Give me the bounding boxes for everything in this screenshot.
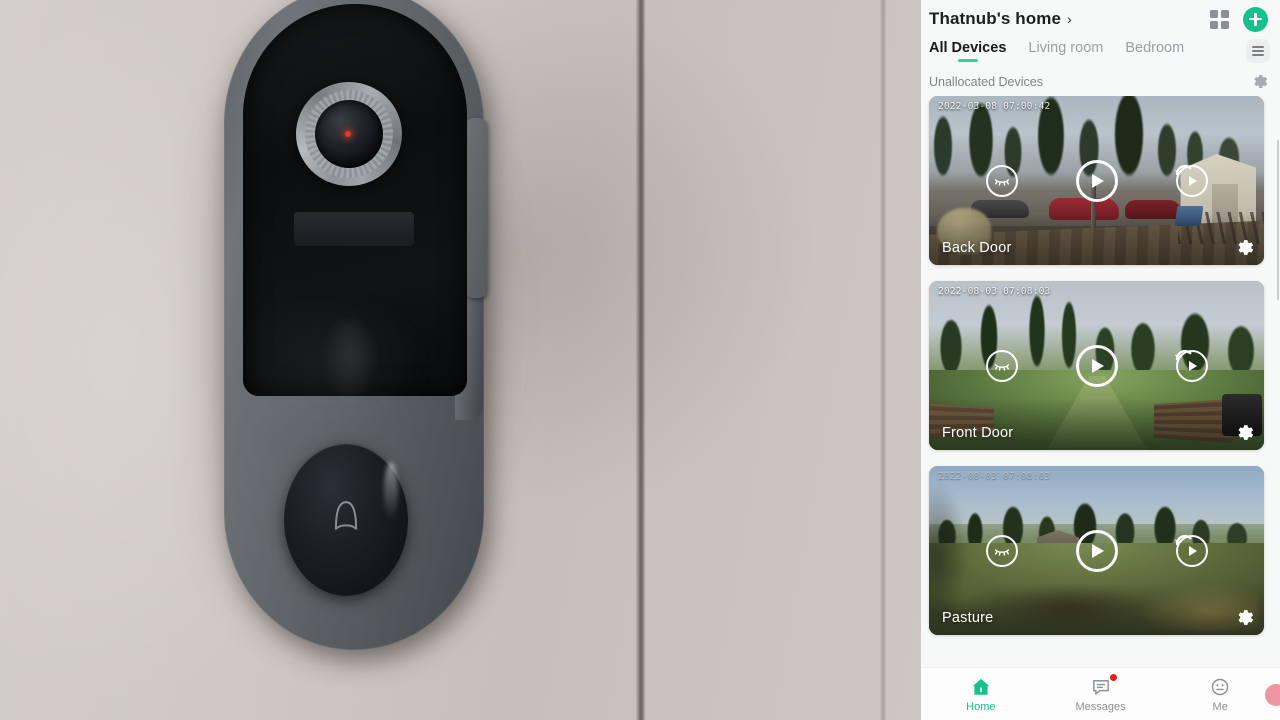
tab-living-room[interactable]: Living room [1028, 40, 1103, 63]
vertical-scrollbar[interactable] [1276, 140, 1279, 300]
message-icon [1090, 673, 1117, 698]
nav-item-home[interactable]: Home [921, 676, 1041, 713]
play-triangle [1092, 358, 1104, 373]
eye-closed-glyph [994, 548, 1009, 556]
camera-timestamp: 2022-08-03 07:08:03 [938, 286, 1051, 297]
chevron-right-icon: › [1067, 11, 1072, 27]
gear-icon[interactable] [1237, 609, 1254, 626]
bell-icon [334, 501, 358, 530]
bottom-navigation-bar: Home Messages Me [921, 667, 1280, 720]
camera-overlay-controls [929, 529, 1264, 572]
tab-label: Living room [1028, 39, 1104, 56]
privacy-eye-off-icon[interactable] [985, 534, 1018, 567]
play-triangle [1092, 543, 1104, 558]
gear-icon[interactable] [1253, 74, 1268, 89]
privacy-eye-off-icon[interactable] [985, 164, 1018, 197]
grid-view-icon[interactable] [1210, 9, 1229, 29]
camera-timestamp: 2022-03-08 07:00:42 [938, 101, 1051, 112]
menu-line [1252, 50, 1264, 52]
nav-label: Me [1212, 700, 1228, 713]
tab-label: Bedroom [1125, 39, 1185, 56]
video-player-pane[interactable] [0, 0, 921, 720]
replay-icon[interactable] [1174, 349, 1208, 382]
play-icon[interactable] [1075, 344, 1118, 387]
room-tabs: All Devices Living room Bedroom [929, 40, 1246, 63]
home-name-label: Thatnub's home [929, 9, 1061, 28]
add-device-button[interactable] [1243, 6, 1268, 32]
card-gradient-scrim [929, 398, 1264, 450]
camera-overlay-controls [929, 344, 1264, 387]
replay-arrow-glyph [1174, 349, 1191, 360]
replay-icon[interactable] [1174, 164, 1208, 197]
home-icon [970, 676, 992, 698]
doorbell-side-tab [465, 118, 487, 298]
gear-icon[interactable] [1237, 239, 1254, 256]
card-gradient-scrim [929, 583, 1264, 635]
grid-cell [1210, 20, 1218, 29]
doorbell-glass-smudge [322, 320, 378, 406]
replay-arrow-glyph [1174, 534, 1191, 545]
doorbell-button-highlight [384, 462, 398, 520]
replay-arrow-glyph [1174, 164, 1191, 175]
tab-all-devices[interactable]: All Devices [929, 40, 1006, 63]
play-icon[interactable] [1075, 159, 1118, 202]
app-header: Thatnub's home › [921, 0, 1280, 34]
smart-home-app-panel: Thatnub's home › All Devices Living room… [921, 0, 1280, 720]
nav-item-me[interactable]: Me [1160, 676, 1280, 713]
play-triangle [1092, 173, 1104, 188]
camera-timestamp: 2022-08-03 07:08:03 [938, 471, 1051, 482]
tab-bedroom[interactable]: Bedroom [1125, 40, 1184, 63]
gear-icon[interactable] [1237, 424, 1254, 441]
device-name-label: Back Door [942, 240, 1012, 256]
device-name-label: Pasture [942, 610, 994, 626]
home-selector[interactable]: Thatnub's home › [929, 9, 1072, 29]
grid-cell [1221, 9, 1229, 18]
eye-closed-glyph [994, 363, 1009, 371]
ir-indicator-light [345, 131, 351, 137]
play-icon[interactable] [1075, 529, 1118, 572]
menu-line [1252, 54, 1264, 57]
section-title: Unallocated Devices [929, 74, 1043, 89]
screen-root: Thatnub's home › All Devices Living room… [0, 0, 1280, 720]
nav-item-messages[interactable]: Messages [1041, 673, 1161, 713]
room-tabs-row: All Devices Living room Bedroom [921, 34, 1280, 68]
profile-smiley-icon [1209, 676, 1231, 698]
doorbell-sensor-strip [294, 212, 414, 246]
screen-edge-artifact [1265, 684, 1280, 706]
nav-label: Messages [1075, 700, 1126, 713]
device-name-label: Front Door [942, 425, 1014, 441]
card-gradient-scrim [929, 213, 1264, 265]
tab-label: All Devices [929, 39, 1007, 56]
eye-closed-glyph [994, 178, 1009, 186]
wall-seam [636, 0, 646, 720]
header-actions [1210, 6, 1268, 32]
wall-seam-secondary [880, 0, 887, 720]
unread-badge [1109, 673, 1117, 681]
device-card-pasture[interactable]: 2022-08-03 07:08:03 Pasture [929, 466, 1264, 635]
section-header-unallocated: Unallocated Devices [921, 68, 1280, 96]
device-card-back-door[interactable]: 2022-03-08 07:00:42 Back Door [929, 96, 1264, 265]
replay-icon[interactable] [1174, 534, 1208, 567]
device-card-front-door[interactable]: 2022-08-03 07:08:03 Front Door [929, 281, 1264, 450]
menu-line [1252, 45, 1264, 48]
grid-cell [1221, 20, 1229, 29]
grid-cell [1210, 9, 1218, 18]
camera-overlay-controls [929, 159, 1264, 202]
device-card-list[interactable]: 2022-03-08 07:00:42 Back Door 2022-08-03… [921, 96, 1280, 667]
privacy-eye-off-icon[interactable] [985, 349, 1018, 382]
hamburger-menu-icon[interactable] [1246, 39, 1270, 63]
nav-label: Home [966, 700, 996, 713]
